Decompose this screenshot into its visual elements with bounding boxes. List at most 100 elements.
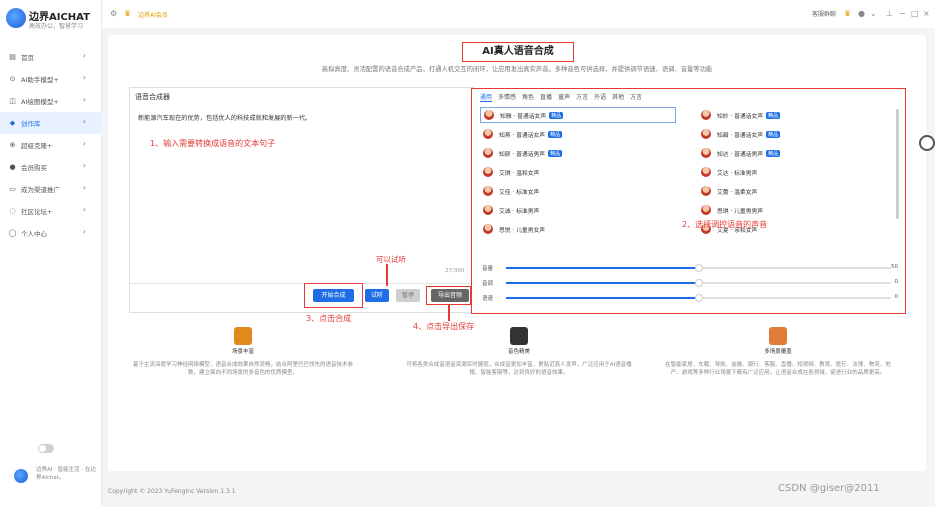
sidebar-item[interactable]: ▭ 成为渠道推广 › — [0, 178, 102, 200]
premium-badge: 精品 — [766, 149, 781, 157]
feature-name: 音色精美 — [507, 349, 530, 355]
voice-avatar — [701, 129, 711, 139]
voice-option[interactable]: 艾佳 · 标准女声 — [480, 183, 676, 199]
voice-option[interactable]: 知雅 · 普通话女声 精品 — [480, 107, 676, 123]
voice-name: 知妙 · 普通话女声 — [717, 113, 764, 120]
voice-tab[interactable]: 直播 — [540, 92, 552, 102]
sidebar-item[interactable]: ◫ AI绘图模型+ › — [0, 90, 102, 112]
voice-tab[interactable]: 方言 — [576, 92, 588, 102]
theme-toggle[interactable] — [38, 444, 54, 453]
voice-tab[interactable]: 方言 — [630, 92, 642, 102]
voice-avatar — [483, 186, 493, 196]
synthesize-button[interactable]: 开始合成 — [313, 289, 354, 302]
feature-desc: 可将各类合成音语音资源实时展现，合成音更加丰富，更贴近真人发声，广泛应用于AI语… — [406, 362, 632, 376]
vip-icon: ♛ — [844, 9, 852, 18]
app-logo[interactable]: 边界AICHAT 高效办公，智慧学习 — [6, 6, 101, 32]
footer-copyright: Copyright © 2023 YuFengInc Version 1.3.1 — [108, 488, 236, 495]
chevron-right-icon: › — [82, 161, 86, 170]
maximize-icon[interactable]: □ — [911, 9, 919, 18]
voice-option[interactable]: 知妙 · 普通话女声 精品 — [698, 107, 894, 123]
voice-option[interactable]: 艾达 · 标准男声 — [698, 164, 894, 180]
sidebar-nav: ▤ 首页 › ⊙ AI助手模型+ › ◫ AI绘图模型+ › ◆ 创作库 › ⊕ 超级克隆+ › ● 会员购买 ›… — [0, 46, 102, 244]
voice-option[interactable]: 艾诚 · 标准男声 — [480, 202, 676, 218]
voice-name: 知雅 · 普通话女声 — [500, 113, 547, 120]
voice-avatar — [483, 167, 493, 177]
member-notice[interactable]: 边界AI会员 — [138, 10, 168, 19]
voice-avatar — [483, 129, 493, 139]
premium-badge: 精品 — [548, 149, 563, 157]
voice-name: 知达 · 普通话男声 — [717, 151, 764, 158]
slider-track[interactable] — [506, 294, 891, 302]
sidebar-item[interactable]: ◆ 创作库 › — [0, 112, 102, 134]
listen-button[interactable]: 试听 — [365, 289, 389, 302]
slider-track[interactable] — [506, 264, 891, 272]
voice-option[interactable]: 思悦 · 儿童男女声 — [480, 221, 676, 237]
sidebar-item[interactable]: ● 会员购买 › — [0, 156, 102, 178]
voice-option[interactable]: 艾蕾 · 温柔女声 — [698, 183, 894, 199]
voice-tabs: 通用 多情感 角色 直播 童声 方言 外语 其他 方言 — [480, 92, 642, 102]
sidebar-item[interactable]: ◌ 社区论坛+ › — [0, 200, 102, 222]
pause-button[interactable]: 暂停 — [396, 289, 420, 302]
close-icon[interactable]: × — [923, 9, 930, 18]
chevron-down-icon[interactable]: ⌄ — [870, 9, 877, 18]
sidebar: 边界AICHAT 高效办公，智慧学习 ▤ 首页 › ⊙ AI助手模型+ › ◫ AI绘图模型+… — [0, 0, 102, 507]
voice-tab[interactable]: 多情感 — [498, 92, 516, 102]
slider-value: 0 — [894, 294, 899, 300]
sidebar-item[interactable]: ◯ 个人中心 › — [0, 222, 102, 244]
logo-icon — [510, 327, 528, 345]
sidebar-item[interactable]: ▤ 首页 › — [0, 46, 102, 68]
voice-name: 艾达 · 标准男声 — [717, 170, 758, 177]
slider-fill — [506, 297, 699, 299]
customer-group-link[interactable]: 客服群聊 — [812, 9, 836, 18]
feature-card: 多场景覆盖 在智能家居、车载、导航、金融、银行、客服、直播、短视频、教育、医疗、法… — [663, 327, 893, 377]
diamond-icon: ◆ — [9, 119, 16, 127]
slider-fill — [506, 282, 699, 284]
sidebar-item-label: 社区论坛+ — [21, 208, 53, 216]
voice-name: 知甜 · 普通话女声 — [717, 132, 764, 139]
voice-panel: 通用 多情感 角色 直播 童声 方言 外语 其他 方言 知雅 · 普通话女声 精品 知燕 · 普通话… — [471, 88, 906, 314]
voice-tab[interactable]: 童声 — [558, 92, 570, 102]
paint-icon: ◫ — [9, 97, 16, 105]
editor-title: 语音合成器 — [135, 93, 170, 101]
chevron-right-icon: › — [82, 51, 86, 60]
voice-option[interactable]: 知甜 · 普通话女声 精品 — [698, 126, 894, 142]
export-button[interactable]: 导出音频 — [431, 289, 469, 302]
voice-option[interactable]: 思琪 · 儿童男男声 — [698, 202, 894, 218]
plus-icon: ⊕ — [9, 141, 16, 149]
voice-tab[interactable]: 外语 — [594, 92, 606, 102]
voice-option[interactable]: 知颜 · 普通话男声 精品 — [480, 145, 676, 161]
bottom-brand-text: 边界AI · 智能生活 · 在边界AIchat。 — [36, 467, 96, 481]
voice-name: 思悦 · 儿童男女声 — [499, 227, 546, 234]
settings-icon[interactable]: ⚙ — [110, 9, 117, 18]
sidebar-item[interactable]: ⊙ AI助手模型+ › — [0, 68, 102, 90]
watermark: CSDN @giser@2011 — [778, 483, 880, 494]
slider-label: 语速 — [482, 296, 494, 302]
voice-option[interactable]: 知燕 · 普通话女声 精品 — [480, 126, 676, 142]
minimize-icon[interactable]: − — [899, 9, 906, 18]
sidebar-item-label: 首页 — [21, 54, 34, 62]
voice-option[interactable]: 艾琪 · 温和女声 — [480, 164, 676, 180]
voice-name: 艾蕾 · 温柔女声 — [717, 189, 758, 196]
voice-option[interactable]: 知达 · 普通话男声 精品 — [698, 145, 894, 161]
user-avatar[interactable]: ● — [858, 9, 865, 18]
bot-icon: ⊙ — [9, 75, 16, 83]
user-icon: ● — [9, 163, 16, 171]
voice-tab[interactable]: 其他 — [612, 92, 624, 102]
text-input[interactable]: 新能源汽车现在的优势，包括优人的科技成就和发展的新一代。 — [138, 113, 311, 122]
pin-icon[interactable]: ⊥ — [886, 9, 893, 18]
slider-knob[interactable] — [694, 294, 703, 302]
voice-list-scrollbar[interactable] — [896, 109, 899, 219]
person-icon: ◯ — [8, 229, 17, 237]
floating-assistant-button[interactable] — [919, 135, 935, 151]
slider-knob[interactable] — [694, 279, 703, 287]
voice-tab[interactable]: 角色 — [522, 92, 534, 102]
slider-knob[interactable] — [694, 264, 703, 272]
cube-icon — [234, 327, 252, 345]
voice-tab[interactable]: 通用 — [480, 92, 493, 102]
slider-track[interactable] — [506, 279, 891, 287]
house-icon — [769, 327, 787, 345]
page-subtitle: 高拟真度、灵活配置的语音合成产品，打通人机交互的闭环，让应用发出真实声音。多种音… — [321, 66, 713, 73]
main-content: AI真人语音合成 高拟真度、灵活配置的语音合成产品，打通人机交互的闭环，让应用发… — [108, 35, 926, 471]
sidebar-item[interactable]: ⊕ 超级克隆+ › — [0, 134, 102, 156]
share-icon: ▭ — [9, 185, 16, 193]
